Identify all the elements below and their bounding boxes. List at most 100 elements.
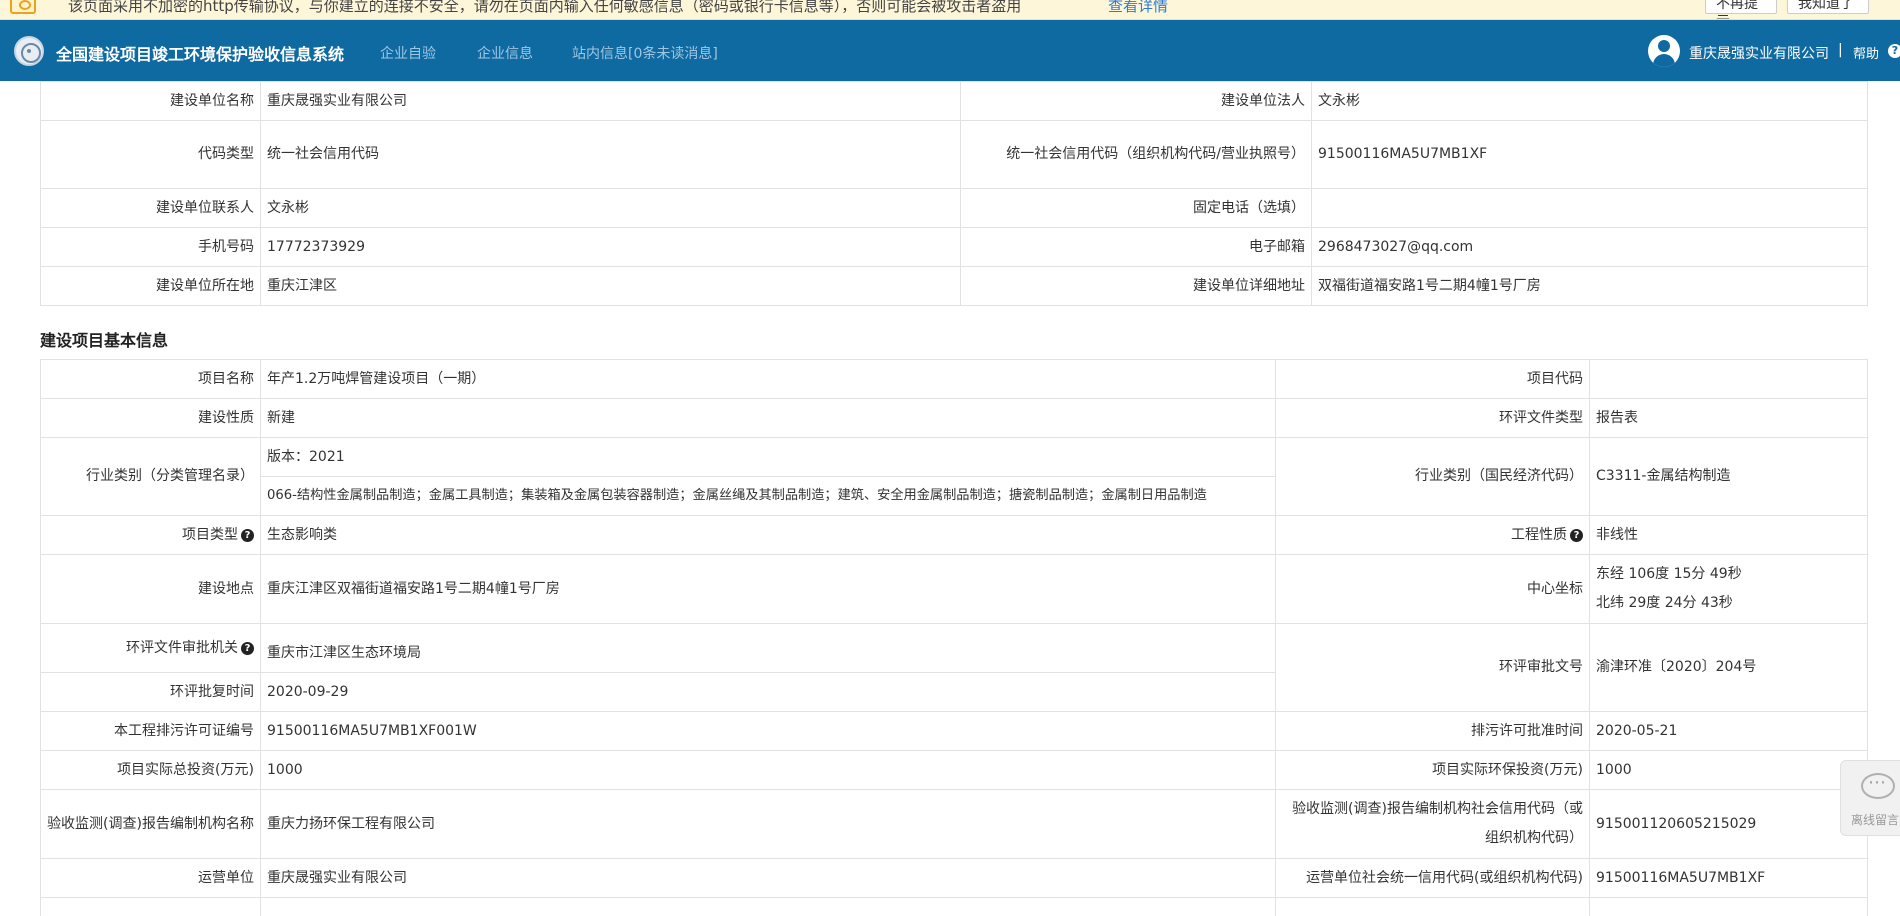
mobile-value: 17772373929 bbox=[260, 227, 961, 267]
unit-name-value: 重庆晟强实业有限公司 bbox=[260, 81, 961, 121]
empty-cell bbox=[1275, 897, 1590, 916]
table-row: 项目类型? 生态影响类 工程性质? 非线性 bbox=[40, 515, 1868, 555]
user-company-name[interactable]: 重庆晟强实业有限公司 bbox=[1689, 43, 1829, 63]
unit-location-label: 建设单位所在地 bbox=[40, 266, 261, 306]
warning-text: 该页面采用不加密的http传输协议，与你建立的连接不安全，请勿在页面内输入任何敏… bbox=[68, 0, 1022, 15]
industry-nat-label: 行业类别（国民经济代码） bbox=[1275, 437, 1590, 516]
industry-value: 版本：2021 066-结构性金属制品制造；金属工具制造；集装箱及金属包装容器制… bbox=[260, 437, 1276, 516]
contact-label: 建设单位联系人 bbox=[40, 188, 261, 228]
nav-site-messages[interactable]: 站内信息[0条未读消息] bbox=[572, 43, 718, 63]
eng-nature-label: 工程性质 bbox=[1511, 526, 1567, 543]
unit-address-value: 双福街道福安路1号二期4幢1号厂房 bbox=[1311, 266, 1868, 306]
empty-cell bbox=[40, 897, 261, 916]
eia-type-label: 环评文件类型 bbox=[1275, 398, 1590, 438]
env-invest-label: 项目实际环保投资(万元) bbox=[1275, 750, 1590, 790]
offline-message-widget[interactable]: 离线留言 bbox=[1840, 760, 1900, 836]
contact-value: 文永彬 bbox=[260, 188, 961, 228]
location-value: 重庆江津区双福街道福安路1号二期4幢1号厂房 bbox=[260, 554, 1276, 624]
approval-org-label: 环评文件审批机关 bbox=[126, 639, 238, 656]
nature-label: 建设性质 bbox=[40, 398, 261, 438]
permit-no-value: 91500116MA5U7MB1XF001W bbox=[260, 711, 1276, 751]
table-row: 行业类别（分类管理名录） 版本：2021 066-结构性金属制品制造；金属工具制… bbox=[40, 437, 1868, 516]
table-row bbox=[40, 897, 1868, 916]
user-avatar-icon[interactable] bbox=[1648, 35, 1680, 67]
industry-description: 066-结构性金属制品制造；金属工具制造；集装箱及金属包装容器制造；金属丝绳及其… bbox=[267, 488, 1207, 503]
table-row: 代码类型 统一社会信用代码 统一社会信用代码（组织机构代码/营业执照号） 915… bbox=[40, 120, 1868, 189]
center-coord-value: 东经 106度 15分 49秒 北纬 29度 24分 43秒 bbox=[1589, 554, 1868, 624]
env-invest-value: 1000 bbox=[1589, 750, 1868, 790]
center-latitude: 北纬 29度 24分 43秒 bbox=[1596, 595, 1733, 611]
project-type-value: 生态影响类 bbox=[260, 515, 1276, 555]
approval-org-cell: 环评文件审批机关? bbox=[40, 623, 261, 673]
phone-label: 固定电话（选填） bbox=[960, 188, 1312, 228]
center-coord-label: 中心坐标 bbox=[1275, 554, 1590, 624]
offline-message-label: 离线留言 bbox=[1851, 813, 1900, 827]
empty-cell bbox=[1589, 897, 1868, 916]
header-separator: | bbox=[1838, 42, 1843, 58]
approval-no-label: 环评审批文号 bbox=[1275, 623, 1590, 712]
invest-value: 1000 bbox=[260, 750, 1276, 790]
operator-code-value: 91500116MA5U7MB1XF bbox=[1589, 858, 1868, 898]
nav-company-info[interactable]: 企业信息 bbox=[477, 43, 533, 63]
legal-person-value: 文永彬 bbox=[1311, 81, 1868, 121]
permit-time-value: 2020-05-21 bbox=[1589, 711, 1868, 751]
permit-no-label: 本工程排污许可证编号 bbox=[40, 711, 261, 751]
help-question-icon[interactable]: ? bbox=[1570, 528, 1583, 542]
report-org-value: 重庆力扬环保工程有限公司 bbox=[260, 789, 1276, 859]
credit-code-value: 91500116MA5U7MB1XF bbox=[1311, 120, 1868, 189]
warning-details-link[interactable]: 查看详情 bbox=[1108, 0, 1168, 16]
help-link[interactable]: 帮助 bbox=[1853, 43, 1879, 62]
industry-version: 版本：2021 bbox=[267, 449, 345, 465]
industry-nat-value: C3311-金属结构制造 bbox=[1589, 437, 1868, 516]
eng-nature-value: 非线性 bbox=[1589, 515, 1868, 555]
code-type-label: 代码类型 bbox=[40, 120, 261, 189]
eia-type-value: 报告表 bbox=[1589, 398, 1868, 438]
warning-icon bbox=[10, 0, 36, 14]
project-type-cell: 项目类型? bbox=[40, 515, 261, 555]
code-type-value: 统一社会信用代码 bbox=[260, 120, 961, 189]
industry-label: 行业类别（分类管理名录） bbox=[40, 437, 261, 516]
mobile-label: 手机号码 bbox=[40, 227, 261, 267]
invest-label: 项目实际总投资(万元) bbox=[40, 750, 261, 790]
help-question-icon[interactable]: ? bbox=[241, 528, 254, 542]
table-row: 建设地点 重庆江津区双福街道福安路1号二期4幢1号厂房 中心坐标 东经 106度… bbox=[40, 554, 1868, 624]
table-row: 项目名称 年产1.2万吨焊管建设项目（一期） 项目代码 bbox=[40, 359, 1868, 399]
permit-time-label: 排污许可批准时间 bbox=[1275, 711, 1590, 751]
table-row: 手机号码 17772373929 电子邮箱 2968473027@qq.com bbox=[40, 227, 1868, 267]
project-name-label: 项目名称 bbox=[40, 359, 261, 399]
location-label: 建设地点 bbox=[40, 554, 261, 624]
help-question-icon[interactable]: ? bbox=[241, 641, 254, 655]
system-title: 全国建设项目竣工环境保护验收信息系统 bbox=[56, 45, 345, 64]
email-value: 2968473027@qq.com bbox=[1311, 227, 1868, 267]
unit-location-value: 重庆江津区 bbox=[260, 266, 961, 306]
got-it-button[interactable]: 我知道了 bbox=[1787, 0, 1869, 14]
no-remind-button[interactable]: 不再提示 bbox=[1705, 0, 1777, 19]
chat-bubble-icon bbox=[1861, 772, 1895, 799]
report-org-label: 验收监测(调查)报告编制机构名称 bbox=[40, 789, 261, 859]
table-row: 建设单位联系人 文永彬 固定电话（选填） bbox=[40, 188, 1868, 228]
operator-label: 运营单位 bbox=[40, 858, 261, 898]
project-info-table: 项目名称 年产1.2万吨焊管建设项目（一期） 项目代码 建设性质 新建 环评文件… bbox=[40, 359, 1868, 916]
legal-person-label: 建设单位法人 bbox=[960, 81, 1312, 121]
section-title-project: 建设项目基本信息 bbox=[40, 331, 169, 350]
report-code-label: 验收监测(调查)报告编制机构社会信用代码（或组织机构代码） bbox=[1275, 789, 1590, 859]
center-longitude: 东经 106度 15分 49秒 bbox=[1596, 566, 1742, 582]
unit-address-label: 建设单位详细地址 bbox=[960, 266, 1312, 306]
security-warning-bar: 该页面采用不加密的http传输协议，与你建立的连接不安全，请勿在页面内输入任何敏… bbox=[0, 0, 1900, 20]
unit-name-label: 建设单位名称 bbox=[40, 81, 261, 121]
operator-value: 重庆晟强实业有限公司 bbox=[260, 858, 1276, 898]
approval-time-label: 环评批复时间 bbox=[40, 672, 261, 712]
empty-cell bbox=[260, 897, 1276, 916]
operator-code-label: 运营单位社会统一信用代码(或组织机构代码) bbox=[1275, 858, 1590, 898]
nav-self-acceptance[interactable]: 企业自验 bbox=[380, 43, 436, 63]
email-label: 电子邮箱 bbox=[960, 227, 1312, 267]
project-code-label: 项目代码 bbox=[1275, 359, 1590, 399]
project-type-label: 项目类型 bbox=[182, 526, 238, 543]
approval-no-value: 渝津环准〔2020〕204号 bbox=[1589, 623, 1868, 712]
project-name-value: 年产1.2万吨焊管建设项目（一期） bbox=[260, 359, 1276, 399]
table-row: 本工程排污许可证编号 91500116MA5U7MB1XF001W 排污许可批准… bbox=[40, 711, 1868, 751]
table-row: 建设单位所在地 重庆江津区 建设单位详细地址 双福街道福安路1号二期4幢1号厂房 bbox=[40, 266, 1868, 306]
credit-code-label: 统一社会信用代码（组织机构代码/营业执照号） bbox=[960, 120, 1312, 189]
help-icon[interactable]: ? bbox=[1888, 44, 1900, 58]
table-row: 建设单位名称 重庆晟强实业有限公司 建设单位法人 文永彬 bbox=[40, 81, 1868, 121]
